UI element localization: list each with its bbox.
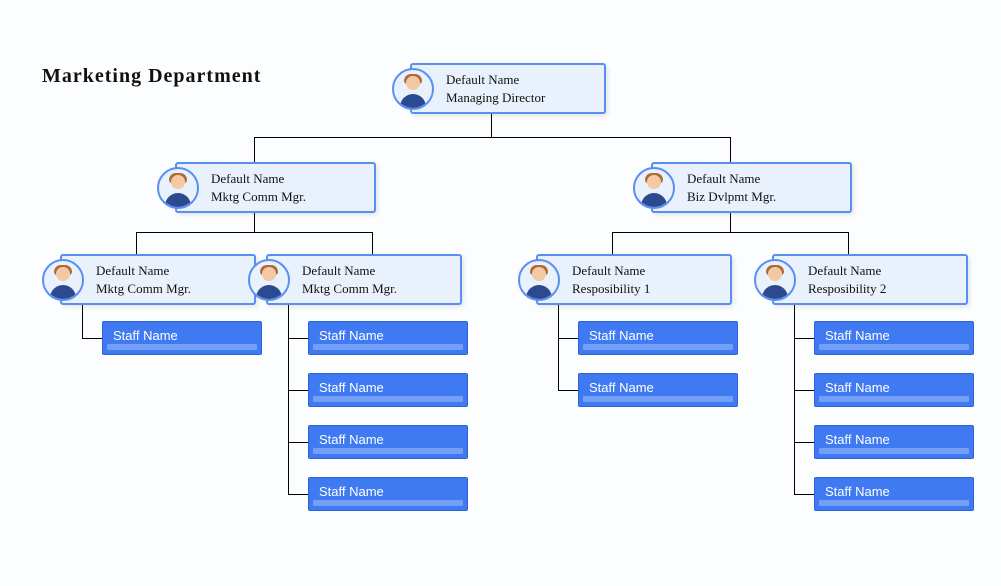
connector [288, 390, 308, 391]
chart-title: Marketing Department [42, 65, 261, 88]
node-role: Resposibility 2 [808, 280, 958, 298]
connector [794, 390, 814, 391]
connector [730, 137, 731, 162]
node-name: Default Name [302, 262, 452, 280]
node-role: Mktg Comm Mgr. [302, 280, 452, 298]
connector [794, 298, 795, 494]
connector [612, 232, 613, 254]
avatar-icon [392, 68, 434, 110]
staff-d-0: Staff Name [814, 321, 974, 355]
node-sub-d: Default Name Resposibility 2 [772, 254, 968, 305]
connector [288, 442, 308, 443]
staff-b-1: Staff Name [308, 373, 468, 407]
node-name: Default Name [96, 262, 246, 280]
staff-a-0: Staff Name [102, 321, 262, 355]
connector [372, 232, 373, 254]
node-manager-right: Default Name Biz Dvlpmt Mgr. [651, 162, 852, 213]
connector [794, 338, 814, 339]
staff-b-3: Staff Name [308, 477, 468, 511]
connector [136, 232, 372, 233]
node-name: Default Name [446, 71, 596, 89]
staff-d-3: Staff Name [814, 477, 974, 511]
avatar-icon [633, 167, 675, 209]
node-role: Managing Director [446, 89, 596, 107]
connector [254, 137, 730, 138]
staff-c-0: Staff Name [578, 321, 738, 355]
staff-c-1: Staff Name [578, 373, 738, 407]
connector [794, 442, 814, 443]
node-manager-left: Default Name Mktg Comm Mgr. [175, 162, 376, 213]
connector [794, 494, 814, 495]
node-root: Default Name Managing Director [410, 63, 606, 114]
connector [288, 494, 308, 495]
node-sub-a: Default Name Mktg Comm Mgr. [60, 254, 256, 305]
node-name: Default Name [572, 262, 722, 280]
avatar-icon [157, 167, 199, 209]
staff-d-1: Staff Name [814, 373, 974, 407]
staff-b-2: Staff Name [308, 425, 468, 459]
node-role: Biz Dvlpmt Mgr. [687, 188, 842, 206]
connector [82, 338, 102, 339]
node-role: Mktg Comm Mgr. [96, 280, 246, 298]
connector [254, 137, 255, 162]
avatar-icon [754, 259, 796, 301]
node-role: Mktg Comm Mgr. [211, 188, 366, 206]
node-name: Default Name [211, 170, 366, 188]
node-name: Default Name [808, 262, 958, 280]
node-sub-c: Default Name Resposibility 1 [536, 254, 732, 305]
connector [288, 338, 308, 339]
node-role: Resposibility 1 [572, 280, 722, 298]
connector [848, 232, 849, 254]
avatar-icon [248, 259, 290, 301]
connector [558, 298, 559, 390]
connector [558, 338, 578, 339]
staff-b-0: Staff Name [308, 321, 468, 355]
org-chart: { "title": "Marketing Department", "root… [0, 0, 1001, 586]
connector [558, 390, 578, 391]
node-sub-b: Default Name Mktg Comm Mgr. [266, 254, 462, 305]
connector [612, 232, 848, 233]
connector [288, 298, 289, 494]
avatar-icon [518, 259, 560, 301]
node-name: Default Name [687, 170, 842, 188]
avatar-icon [42, 259, 84, 301]
connector [136, 232, 137, 254]
staff-d-2: Staff Name [814, 425, 974, 459]
